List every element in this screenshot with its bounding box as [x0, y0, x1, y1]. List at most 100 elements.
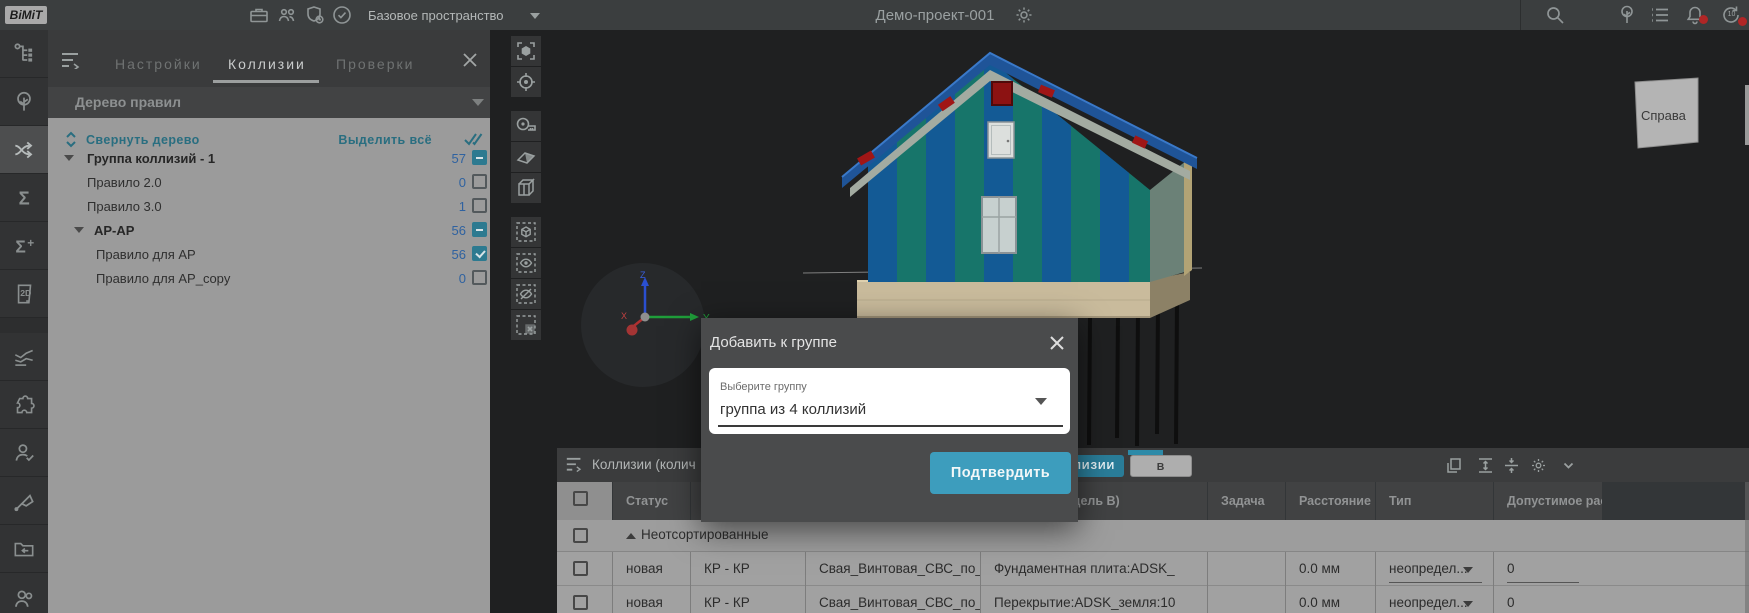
caret-down-icon[interactable]	[1035, 398, 1047, 405]
group-label: Неотсортированные	[641, 527, 769, 542]
add-to-group-dialog: Добавить к группе Выберите группу группа…	[701, 318, 1078, 522]
eye-icon	[514, 251, 538, 275]
table-row[interactable]: новая КР - КР Свая_Винтовая_СВС_по_ТУ_ Ф…	[557, 552, 1749, 586]
dialog-close-button[interactable]	[1048, 334, 1066, 352]
workspace-selector[interactable]: Базовое пространство	[368, 8, 504, 23]
check-circle-icon[interactable]	[330, 3, 354, 27]
panel-menu-icon[interactable]	[60, 51, 84, 69]
dialog-title: Добавить к группе	[710, 334, 837, 351]
confirm-button[interactable]: Подтвердить	[930, 452, 1071, 494]
locate-button[interactable]	[511, 67, 541, 97]
tree-row-group[interactable]: АР-АР 56	[48, 220, 490, 242]
tab-settings[interactable]: Настройки	[115, 56, 202, 78]
col-status[interactable]: Статус	[613, 482, 690, 520]
sidebar-item-hierarchy[interactable]	[0, 30, 48, 78]
panel-close-button[interactable]	[460, 50, 480, 70]
table-scrollbar[interactable]	[1745, 482, 1749, 613]
sidebar-item-sum[interactable]: Σ	[0, 174, 48, 222]
tree-row-checkbox[interactable]	[472, 198, 487, 213]
chevron-down-icon[interactable]	[1560, 457, 1577, 474]
sidebar-item-2d[interactable]: 2D	[0, 270, 48, 318]
sidebar-item-responsible[interactable]	[0, 429, 48, 477]
table-group-row[interactable]: Неотсортированные	[557, 520, 1749, 552]
rules-tree-header[interactable]: Дерево правил	[48, 87, 490, 118]
table-menu-icon[interactable]	[565, 457, 585, 473]
copy-icon[interactable]	[1445, 457, 1462, 474]
cell-allowed-input[interactable]: 0	[1493, 552, 1749, 586]
tree-row-group[interactable]: Группа коллизий - 1 57	[48, 148, 490, 170]
row-checkbox[interactable]	[573, 561, 588, 576]
tree-row-rule[interactable]: Правило 3.0 1	[48, 196, 490, 218]
tab-collisions[interactable]: Коллизии	[228, 56, 306, 78]
tree-row-checkbox[interactable]	[472, 222, 487, 237]
col-task[interactable]: Задача	[1208, 482, 1285, 520]
folder-return-icon	[11, 536, 37, 562]
sidebar-item-construction[interactable]	[0, 477, 48, 525]
cell-type-dropdown[interactable]: неопредел...	[1375, 586, 1493, 613]
zoom-fit-button[interactable]	[511, 36, 541, 66]
sidebar-item-plugins[interactable]	[0, 381, 48, 429]
caret-down-icon[interactable]	[64, 155, 74, 161]
sigma-plus-icon: Σ +	[11, 233, 37, 259]
show-elements-button[interactable]	[511, 248, 541, 278]
tree-row-checkbox[interactable]	[472, 150, 487, 165]
nav-cube[interactable]: Справа	[1635, 78, 1749, 148]
cell-task[interactable]	[1207, 552, 1285, 586]
target-icon	[514, 70, 538, 94]
toggle-in-task[interactable]: В ЗАДАЧЕ	[1130, 455, 1192, 477]
row-checkbox[interactable]	[573, 595, 588, 610]
trowel-icon	[11, 488, 37, 514]
collapse-rows-icon[interactable]	[1503, 457, 1520, 474]
group-checkbox[interactable]	[573, 528, 588, 543]
select-all-link[interactable]: Выделить всё	[338, 133, 432, 147]
sidebar-item-sum-add[interactable]: Σ +	[0, 222, 48, 270]
col-distance[interactable]: Расстояние	[1286, 482, 1375, 520]
app-logo[interactable]: BiMiT	[5, 6, 47, 24]
tree-row-rule[interactable]: Правило для АР_copy 0	[48, 268, 490, 290]
search-icon[interactable]	[1543, 3, 1567, 27]
sidebar-item-model-tree[interactable]	[0, 78, 48, 126]
tree-row-checkbox[interactable]	[472, 270, 487, 285]
table-settings-gear-icon[interactable]	[1530, 457, 1547, 474]
close-icon	[1048, 334, 1066, 352]
sidebar-item-export[interactable]	[0, 525, 48, 573]
table-row[interactable]: новая КР - КР Свая_Винтовая_СВС_по_ТУ_ П…	[557, 586, 1749, 613]
isolate-box-button[interactable]	[511, 217, 541, 247]
hide-elements-button[interactable]	[511, 279, 541, 309]
select-all-checkbox[interactable]	[573, 491, 588, 506]
cell-rule: КР - КР	[690, 552, 805, 586]
briefcase-icon[interactable]	[247, 3, 271, 27]
section-box-button[interactable]	[511, 173, 541, 203]
tree-row-checkbox[interactable]	[472, 246, 487, 261]
col-type[interactable]: Тип	[1376, 482, 1493, 520]
team-icon[interactable]	[275, 3, 299, 27]
chevron-down-icon[interactable]	[530, 13, 540, 19]
expand-rows-icon[interactable]	[1477, 457, 1494, 474]
dashed-cube-icon	[514, 220, 538, 244]
caret-down-icon[interactable]	[74, 227, 84, 233]
double-check-icon[interactable]	[464, 131, 486, 147]
section-plane-button[interactable]	[511, 142, 541, 172]
collapse-group-icon[interactable]	[626, 533, 636, 539]
group-select-field[interactable]: Выберите группу группа из 4 коллизий	[709, 368, 1070, 434]
tree-row-rule[interactable]: Правило 2.0 0	[48, 172, 490, 194]
tab-checks[interactable]: Проверки	[336, 56, 414, 78]
cell-task[interactable]	[1207, 586, 1285, 613]
cell-allowed-input[interactable]: 0	[1493, 586, 1749, 613]
cell-type-dropdown[interactable]: неопредел...	[1375, 552, 1493, 586]
svg-text:+: +	[27, 236, 34, 250]
rules-tree-title: Дерево правил	[75, 94, 181, 110]
tree-row-rule[interactable]: Правило для АР 56	[48, 244, 490, 266]
tree-row-checkbox[interactable]	[472, 174, 487, 189]
shield-icon[interactable]	[303, 3, 327, 27]
list-icon[interactable]	[1648, 3, 1672, 27]
measure-button[interactable]	[511, 111, 541, 141]
clear-isolation-button[interactable]	[511, 310, 541, 340]
col-allowed[interactable]: Допустимое расст	[1494, 482, 1602, 520]
sidebar-item-charts[interactable]	[0, 333, 48, 381]
sidebar-item-users[interactable]	[0, 573, 48, 613]
collapse-tree-link[interactable]: Свернуть дерево	[86, 133, 200, 147]
project-tree-icon[interactable]	[1615, 3, 1639, 27]
project-settings-gear-icon[interactable]	[1012, 3, 1036, 27]
sidebar-item-collisions[interactable]	[0, 126, 48, 174]
